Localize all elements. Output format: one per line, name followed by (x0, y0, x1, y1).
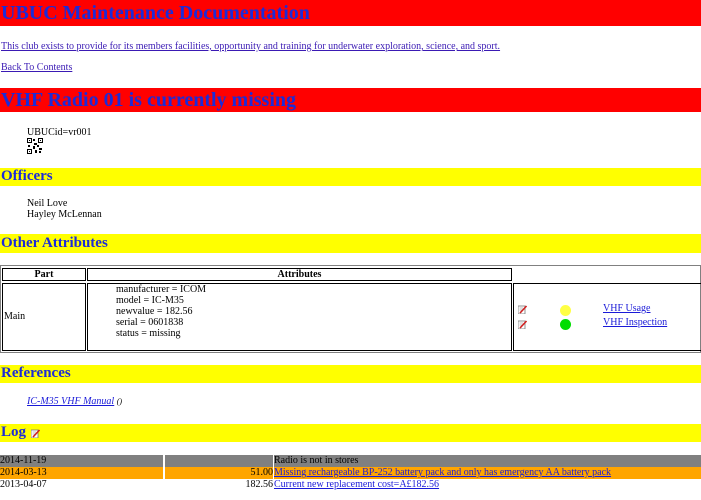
log-entry-link[interactable]: Missing rechargeable BP-252 battery pack… (273, 467, 701, 479)
part-column-header: Part (2, 268, 86, 281)
officers-heading: Officers (1, 168, 53, 184)
vhf-inspection-link[interactable]: VHF Inspection (603, 317, 667, 328)
manual-reference: IC-M35 VHF Manual () (27, 396, 122, 407)
attributes-table: Part Attributes Main manufacturer = ICOM… (0, 265, 701, 353)
club-statement-link[interactable]: This club exists to provide for its memb… (1, 41, 500, 52)
qr-code-icon (27, 138, 43, 154)
manual-suffix: () (116, 397, 123, 406)
officer-name: Hayley McLennan (27, 209, 102, 220)
attribute-line: serial = 0601838 (116, 317, 184, 328)
edit-icon[interactable] (518, 320, 527, 329)
attribute-list: manufacturer = ICOM model = IC-M35 newva… (116, 284, 206, 339)
add-log-icon[interactable] (31, 429, 40, 438)
officer-name: Neil Love (27, 198, 68, 209)
status-dot (560, 319, 571, 330)
back-to-contents-link[interactable]: Back To Contents (1, 62, 72, 73)
log-amount (164, 455, 273, 467)
attributes-heading: Other Attributes (1, 235, 108, 251)
log-date: 2013-04-07 (0, 479, 163, 491)
references-heading: References (1, 365, 71, 381)
site-title-banner: UBUC Maintenance Documentation (0, 0, 701, 26)
attribute-line: status = missing (116, 328, 181, 339)
edit-icon[interactable] (518, 305, 527, 314)
log-text: Radio is not in stores (273, 455, 701, 467)
links-cell: VHF Usage VHF Inspection (513, 283, 701, 351)
status-dot (560, 305, 571, 316)
attributes-heading-bar: Other Attributes (0, 234, 701, 253)
item-title: VHF Radio 01 is currently missing (1, 89, 297, 111)
attribute-line: newvalue = 182.56 (116, 306, 193, 317)
part-cell: Main (2, 283, 86, 351)
attributes-column-header: Attributes (87, 268, 512, 281)
log-row: 2013-04-07 182.56 Current new replacemen… (0, 479, 701, 491)
log-amount: 51.00 (164, 467, 273, 479)
log-heading-bar: Log (0, 424, 701, 442)
manual-link[interactable]: IC-M35 VHF Manual (27, 396, 114, 407)
log-row: 2014-11-19 Radio is not in stores (0, 455, 701, 467)
officers-heading-bar: Officers (0, 168, 701, 186)
site-title: UBUC Maintenance Documentation (1, 2, 310, 24)
log-entry-link[interactable]: Current new replacement cost=A£182.56 (273, 479, 701, 491)
attribute-line: manufacturer = ICOM (116, 284, 207, 295)
ubucid-text: UBUCid=vr001 (27, 127, 92, 138)
vhf-usage-link[interactable]: VHF Usage (603, 303, 651, 314)
log-heading: Log (1, 424, 27, 440)
attributes-cell: manufacturer = ICOM model = IC-M35 newva… (87, 283, 512, 351)
log-date: 2014-03-13 (0, 467, 163, 479)
attribute-line: model = IC-M35 (116, 295, 184, 306)
part-name: Main (4, 311, 26, 322)
references-heading-bar: References (0, 365, 701, 383)
log-date: 2014-11-19 (0, 455, 163, 467)
item-title-banner: VHF Radio 01 is currently missing (0, 88, 701, 112)
log-amount: 182.56 (164, 479, 273, 491)
log-row: 2014-03-13 51.00 Missing rechargeable BP… (0, 467, 701, 479)
